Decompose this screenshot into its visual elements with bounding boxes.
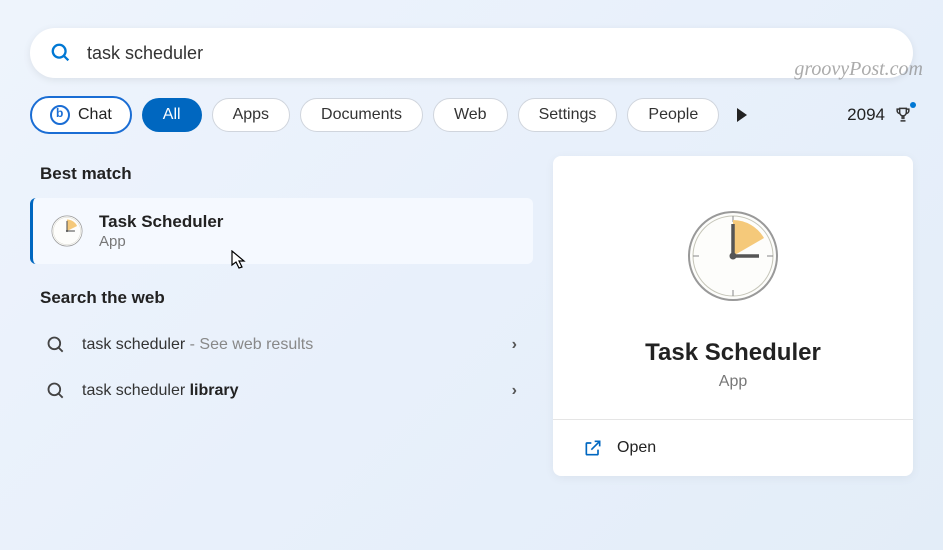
web-result-item[interactable]: task scheduler - See web results › (30, 322, 533, 368)
search-input[interactable] (87, 43, 893, 64)
search-icon (46, 381, 66, 401)
rewards-badge[interactable]: 2094 (847, 105, 913, 125)
result-title: Task Scheduler (99, 212, 517, 232)
content-area: Best match Task Scheduler App Search the… (30, 156, 913, 476)
chat-filter-button[interactable]: b Chat (30, 96, 132, 134)
open-label: Open (617, 439, 656, 457)
bing-chat-icon: b (50, 105, 70, 125)
more-filters-arrow-icon[interactable] (737, 108, 747, 122)
task-scheduler-large-icon (683, 206, 783, 306)
rewards-points: 2094 (847, 105, 885, 125)
documents-filter-button[interactable]: Documents (300, 98, 423, 132)
filter-row: b Chat All Apps Documents Web Settings P… (30, 96, 913, 134)
chat-label: Chat (78, 106, 112, 124)
search-web-header: Search the web (40, 288, 533, 308)
web-filter-button[interactable]: Web (433, 98, 508, 132)
people-filter-button[interactable]: People (627, 98, 719, 132)
web-result-text: task scheduler library (82, 382, 496, 400)
all-filter-button[interactable]: All (142, 98, 202, 132)
chevron-right-icon: › (512, 336, 517, 354)
trophy-icon (893, 105, 913, 125)
mouse-cursor-icon (231, 250, 247, 270)
detail-title: Task Scheduler (577, 339, 889, 367)
open-action-button[interactable]: Open (577, 420, 889, 476)
open-external-icon (583, 438, 603, 458)
results-panel: Best match Task Scheduler App Search the… (30, 156, 533, 476)
apps-filter-button[interactable]: Apps (212, 98, 290, 132)
best-match-header: Best match (40, 164, 533, 184)
chevron-right-icon: › (512, 382, 517, 400)
result-info: Task Scheduler App (99, 212, 517, 250)
search-icon (50, 42, 72, 64)
web-result-item[interactable]: task scheduler library › (30, 368, 533, 414)
settings-filter-button[interactable]: Settings (518, 98, 618, 132)
search-icon (46, 335, 66, 355)
detail-subtitle: App (577, 373, 889, 391)
watermark-text: groovyPost.com (794, 58, 923, 81)
notification-dot-icon (910, 102, 916, 108)
search-bar[interactable] (30, 28, 913, 78)
result-subtitle: App (99, 233, 517, 250)
task-scheduler-icon (49, 213, 85, 249)
best-match-result[interactable]: Task Scheduler App (30, 198, 533, 264)
web-result-text: task scheduler - See web results (82, 336, 496, 354)
detail-panel: Task Scheduler App Open (553, 156, 913, 476)
